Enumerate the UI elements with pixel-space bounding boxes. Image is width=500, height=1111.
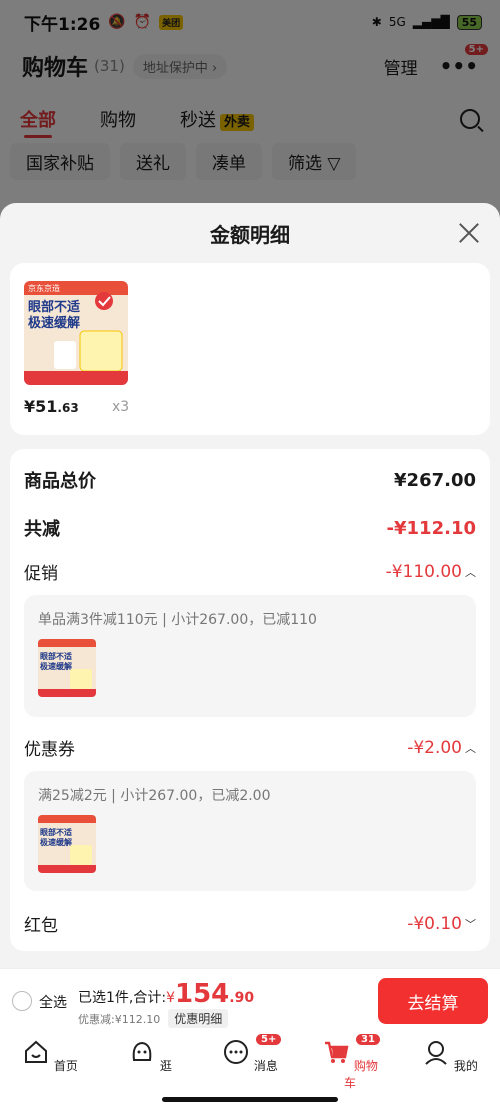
- tab-messages-label: 消息: [253, 1059, 278, 1073]
- tab-messages[interactable]: 消息 5+: [220, 1034, 282, 1074]
- sheet-title: 金额明细: [210, 223, 290, 247]
- product-price: ¥51.63: [24, 397, 79, 416]
- amount-detail-card: 商品总价 ¥267.00 共减 -¥112.10 促销 -¥110.00 ︿ 单…: [10, 449, 490, 951]
- total-yen: ¥: [166, 990, 175, 1006]
- coupon-value: -¥2.00: [407, 737, 462, 758]
- cart-icon: [325, 1041, 349, 1063]
- product-brand-text: 京东京造: [28, 283, 60, 293]
- reduce-row: 共减 -¥112.10: [24, 515, 476, 541]
- home-indicator: [162, 1097, 338, 1102]
- redpacket-label: 红包: [24, 916, 58, 936]
- profile-icon: [425, 1041, 447, 1065]
- reduce-label: 共减: [24, 519, 60, 540]
- tab-home[interactable]: 首页: [20, 1038, 80, 1074]
- product-image-art: 京东京造 眼部不适 极速缓解: [24, 281, 128, 385]
- tab-browse[interactable]: 逛: [120, 1038, 180, 1074]
- promo-label: 促销: [24, 564, 58, 584]
- coupon-thumb-text-2: 极速缓解: [40, 837, 72, 847]
- coupon-product-thumb: 眼部不适 极速缓解: [38, 815, 96, 873]
- coupon-desc: 满25减2元 | 小计267.00，已减2.00: [38, 788, 271, 804]
- checkout-button[interactable]: 去结算: [378, 978, 488, 1024]
- total-value: ¥267.00: [394, 469, 476, 491]
- tab-mine-label: 我的: [453, 1059, 478, 1073]
- product-qty: x3: [112, 399, 130, 415]
- coupon-row[interactable]: 优惠券 -¥2.00 ︿: [24, 735, 476, 761]
- sum-line: 已选1件,合计: ¥ 154 .90: [78, 979, 254, 1009]
- chevron-up-icon: ︿: [465, 741, 476, 755]
- tab-home-label: 首页: [53, 1059, 78, 1073]
- chevron-up-icon: ︿: [465, 565, 476, 579]
- promo-desc: 单品满3件减110元 | 小计267.00，已减110: [38, 612, 317, 628]
- selected-text: 已选1件,合计:: [78, 990, 167, 1006]
- close-icon[interactable]: [458, 221, 480, 243]
- chevron-down-icon: ﹀: [465, 917, 476, 931]
- coupon-label: 优惠券: [24, 740, 75, 760]
- promo-thumb-text-1: 眼部不适: [40, 651, 72, 661]
- product-headline-1: 眼部不适: [28, 299, 80, 315]
- promo-product-thumb: 眼部不适 极速缓解: [38, 639, 96, 697]
- product-price-int: ¥51: [24, 397, 58, 416]
- messages-badge: 5+: [256, 1034, 282, 1045]
- product-headline-2: 极速缓解: [28, 315, 80, 331]
- total-row: 商品总价 ¥267.00: [24, 467, 476, 493]
- redpacket-value: -¥0.10: [407, 913, 462, 934]
- product-card: 京东京造 眼部不适 极速缓解 ¥51.63 x3: [10, 263, 490, 435]
- total-label: 商品总价: [24, 471, 96, 492]
- cart-badge: 31: [356, 1034, 380, 1045]
- coupon-thumb-text-1: 眼部不适: [40, 827, 72, 837]
- total-dec: .90: [229, 990, 255, 1006]
- promo-thumb-text-2: 极速缓解: [40, 661, 72, 671]
- message-icon: [224, 1040, 249, 1064]
- product-image[interactable]: 京东京造 眼部不适 极速缓解: [24, 281, 128, 385]
- reduce-value: -¥112.10: [386, 517, 476, 539]
- promo-value: -¥110.00: [385, 561, 462, 582]
- tab-browse-label: 逛: [159, 1059, 172, 1073]
- select-all-label[interactable]: 全选: [39, 992, 67, 1012]
- tab-mine[interactable]: 我的: [420, 1038, 480, 1074]
- promo-row[interactable]: 促销 -¥110.00 ︿: [24, 559, 476, 585]
- browse-icon: [132, 1041, 152, 1061]
- checkout-bar: 全选 已选1件,合计: ¥ 154 .90 优惠减:¥112.10 优惠明细 去…: [0, 968, 500, 1030]
- total-int: 154: [175, 979, 230, 1009]
- home-icon: [25, 1040, 48, 1063]
- redpacket-row[interactable]: 红包 -¥0.10 ﹀: [24, 911, 476, 937]
- discount-text: 优惠减:¥112.10: [78, 1012, 161, 1026]
- coupon-detail-box: 满25减2元 | 小计267.00，已减2.00 眼部不适 极速缓解: [24, 771, 476, 891]
- select-all-radio[interactable]: [12, 991, 32, 1011]
- discount-detail-button[interactable]: 优惠明细: [168, 1009, 229, 1028]
- promo-detail-box: 单品满3件减110元 | 小计267.00，已减110 眼部不适 极速缓解: [24, 595, 476, 717]
- discount-line: 优惠减:¥112.10 优惠明细: [78, 1009, 229, 1028]
- tab-cart[interactable]: 购物车 31: [320, 1034, 380, 1091]
- tab-cart-label: 购物车: [343, 1059, 378, 1090]
- product-price-dec: .63: [57, 401, 79, 415]
